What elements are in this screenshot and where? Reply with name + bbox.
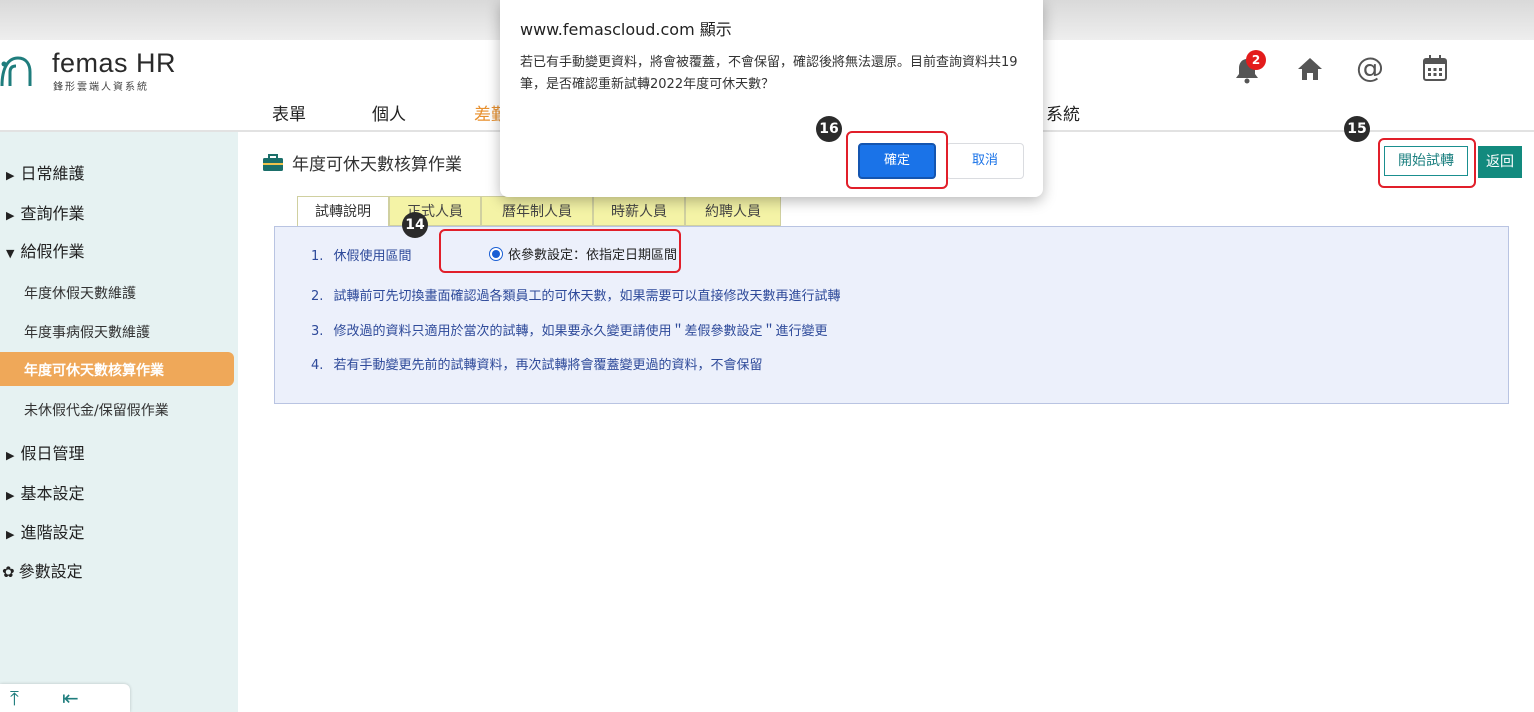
calendar-glyph-icon — [1423, 55, 1447, 81]
instruction-line-2: 2. 試轉前可先切換畫面確認過各類員工的可休天數，如果需要可以直接修改天數再進行… — [311, 285, 841, 304]
sidebar-item-leave-grant[interactable]: ▼ 給假作業 — [0, 238, 84, 262]
instruction-line-1: 1. 休假使用區間 依參數設定：依指定日期區間 — [311, 245, 677, 264]
nav-forms[interactable]: 表單 — [272, 100, 306, 125]
logo-mark-icon — [0, 56, 32, 87]
sidebar-toolbar: ⤒ ⇤ — [0, 684, 130, 712]
highlight-ok-button — [846, 131, 948, 189]
sidebar-item-params[interactable]: ✿ 參數設定 — [0, 558, 83, 582]
step-marker-14: 14 — [402, 212, 428, 238]
gear-icon: ✿ — [2, 563, 15, 581]
sidebar-sub-annual-calc-active[interactable]: 年度可休天數核算作業 — [0, 352, 234, 386]
line-number: 4. — [311, 358, 324, 373]
caret-right-icon: ▶ — [6, 489, 15, 502]
calendar-icon[interactable] — [1422, 54, 1450, 84]
step-marker-15: 15 — [1344, 116, 1370, 142]
logo-title: femas HR — [52, 48, 177, 78]
dialog-cancel-button[interactable]: 取消 — [946, 143, 1024, 179]
tab-calendar-year-staff[interactable]: 曆年制人員 — [481, 196, 593, 226]
caret-right-icon: ▶ — [6, 449, 15, 462]
highlight-start-button — [1378, 138, 1476, 188]
sidebar-item-label: 給假作業 — [20, 242, 85, 261]
sidebar: ▶ 日常維護 ▶ 查詢作業 ▼ 給假作業 年度休假天數維護 年度事病假天數維護 年度可… — [0, 132, 238, 712]
sidebar-item-holidays[interactable]: ▶ 假日管理 — [0, 440, 84, 464]
sidebar-item-label: 基本設定 — [20, 484, 85, 503]
line-text: 修改過的資料只適用於當次的試轉，如果要永久變更請使用＂差假參數設定＂進行變更 — [333, 324, 828, 339]
dialog-title: www.femascloud.com 顯示 — [520, 20, 732, 39]
logo-subtitle: 鋒形雲端人資系統 — [53, 82, 149, 93]
confirm-dialog: www.femascloud.com 顯示 若已有手動變更資料，將會被覆蓋，不會… — [500, 0, 1043, 197]
sidebar-item-label: 查詢作業 — [20, 204, 85, 223]
femas-logo[interactable]: femas HR 鋒形雲端人資系統 — [0, 48, 200, 93]
sidebar-item-advanced[interactable]: ▶ 進階設定 — [0, 519, 84, 543]
home-glyph-icon — [1298, 58, 1322, 80]
at-icon[interactable]: @ — [1356, 52, 1386, 84]
sidebar-item-label: 年度可休天數核算作業 — [24, 363, 164, 379]
line-number: 1. — [311, 249, 324, 264]
line-number: 2. — [311, 289, 324, 304]
bell-icon[interactable]: 2 — [1234, 50, 1266, 84]
page-title: 年度可休天數核算作業 — [262, 150, 462, 175]
dialog-message: 若已有手動變更資料，將會被覆蓋，不會保留，確認後將無法還原。目前查詢資料共19筆… — [520, 55, 1018, 92]
line-text: 休假使用區間 — [333, 249, 412, 264]
instruction-line-3: 3. 修改過的資料只適用於當次的試轉，如果要永久變更請使用＂差假參數設定＂進行變… — [311, 320, 828, 339]
sidebar-item-basic[interactable]: ▶ 基本設定 — [0, 480, 84, 504]
caret-right-icon: ▶ — [6, 169, 15, 182]
collapse-sidebar-icon[interactable]: ⇤ — [62, 686, 79, 710]
tab-hourly-staff[interactable]: 時薪人員 — [593, 196, 685, 226]
instruction-line-4: 4. 若有手動變更先前的試轉資料，再次試轉將會覆蓋變更過的資料，不會保留 — [311, 354, 763, 373]
sidebar-sub-sick-leave[interactable]: 年度事病假天數維護 — [24, 322, 150, 342]
tab-trial-description[interactable]: 試轉說明 — [297, 196, 389, 227]
nav-personal[interactable]: 個人 — [372, 100, 406, 125]
line-number: 3. — [311, 324, 324, 339]
line-text: 試轉前可先切換畫面確認過各類員工的可休天數，如果需要可以直接修改天數再進行試轉 — [333, 289, 841, 304]
page-title-text: 年度可休天數核算作業 — [292, 155, 462, 175]
sidebar-item-query[interactable]: ▶ 查詢作業 — [0, 200, 84, 224]
caret-right-icon: ▶ — [6, 528, 15, 541]
tab-contract-staff[interactable]: 約聘人員 — [685, 196, 781, 226]
sidebar-sub-annual-leave[interactable]: 年度休假天數維護 — [24, 283, 136, 303]
sidebar-item-label: 進階設定 — [20, 523, 85, 542]
sidebar-item-label: 假日管理 — [20, 444, 85, 463]
sidebar-sub-unused-leave[interactable]: 未休假代金/保留假作業 — [24, 400, 169, 420]
caret-down-icon: ▼ — [6, 247, 15, 260]
sidebar-item-label: 參數設定 — [18, 562, 83, 581]
sidebar-item-daily[interactable]: ▶ 日常維護 — [0, 160, 84, 184]
caret-right-icon: ▶ — [6, 209, 15, 222]
sidebar-item-label: 日常維護 — [20, 164, 85, 183]
home-icon[interactable] — [1296, 56, 1326, 84]
step-marker-16: 16 — [816, 116, 842, 142]
line-text: 若有手動變更先前的試轉資料，再次試轉將會覆蓋變更過的資料，不會保留 — [333, 358, 763, 373]
notification-badge: 2 — [1246, 50, 1266, 70]
upload-icon[interactable]: ⤒ — [10, 686, 19, 710]
highlight-radio-option — [439, 229, 681, 273]
briefcase-icon — [263, 154, 283, 171]
back-button[interactable]: 返回 — [1478, 146, 1522, 178]
nav-system[interactable]: 系統 — [1046, 100, 1080, 125]
